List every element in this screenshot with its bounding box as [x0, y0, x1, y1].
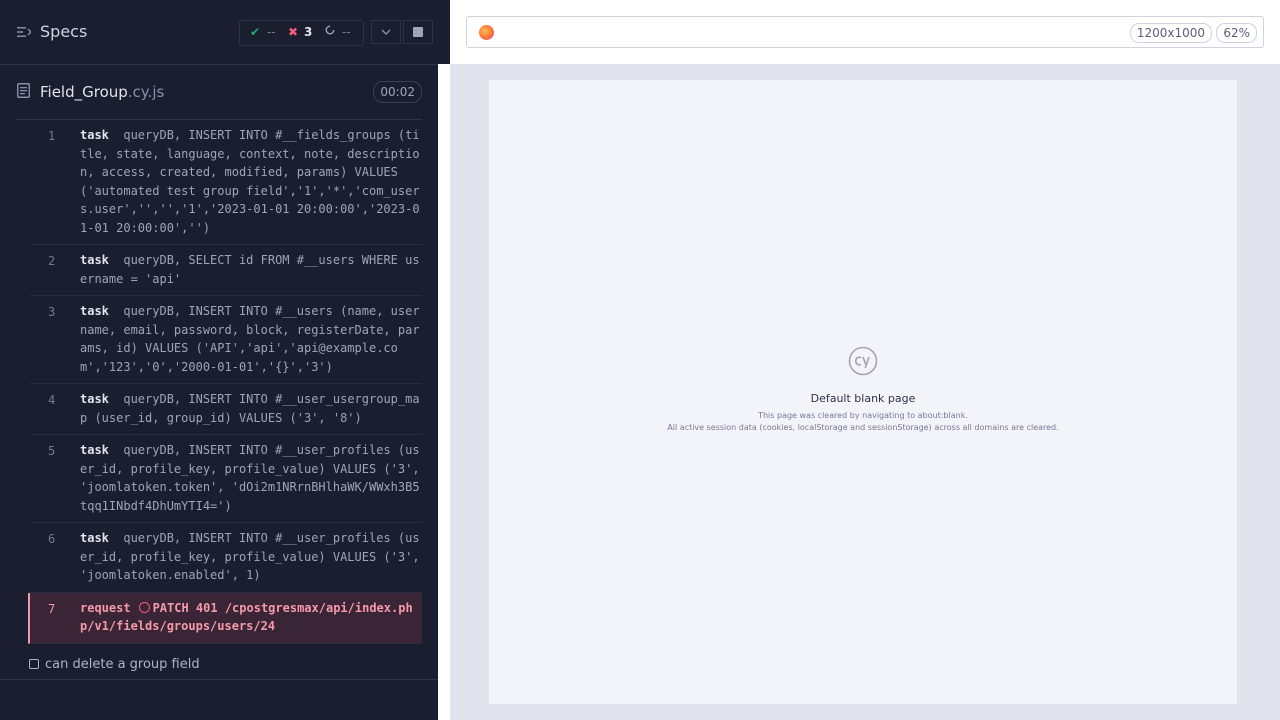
failed-request-icon [138, 601, 150, 613]
command-name: task [80, 443, 109, 457]
command-row[interactable]: 1 task queryDB, INSERT INTO #__fields_gr… [30, 120, 422, 245]
command-name: task [80, 304, 109, 318]
blank-page-line1: This page was cleared by navigating to a… [758, 411, 968, 420]
spec-filename[interactable]: Field_Group.cy.js [40, 83, 164, 101]
blank-page-line2: All active session data (cookies, localS… [667, 423, 1059, 432]
command-row[interactable]: 6 task queryDB, INSERT INTO #__user_prof… [30, 523, 422, 593]
panel-gutter[interactable] [438, 64, 450, 720]
command-message: queryDB, SELECT id FROM #__users WHERE u… [80, 253, 420, 286]
url-bar[interactable]: 1200x1000 62% [466, 16, 1264, 48]
command-row-failed[interactable]: 7 request PATCH 401 /cpostgresmax/api/ind… [28, 592, 422, 644]
command-row[interactable]: 5 task queryDB, INSERT INTO #__user_prof… [30, 435, 422, 523]
pending-icon [325, 24, 335, 38]
cypress-logo-icon [848, 346, 878, 376]
command-number: 6 [48, 532, 56, 546]
options-dropdown-button[interactable] [371, 20, 401, 44]
command-message: queryDB, INSERT INTO #__user_profiles (u… [80, 531, 427, 582]
command-number: 3 [48, 305, 56, 319]
zoom-level[interactable]: 62% [1216, 23, 1257, 43]
spec-duration: 00:02 [373, 81, 422, 103]
pending-count: -- [342, 25, 351, 39]
command-name: task [80, 128, 109, 142]
command-number: 2 [48, 254, 56, 268]
reporter-panel: Specs ✔ -- ✖ 3 -- Field_Group.cy.js 00:0… [0, 0, 438, 720]
command-row[interactable]: 3 task queryDB, INSERT INTO #__users (na… [30, 296, 422, 384]
command-message: queryDB, INSERT INTO #__user_usergroup_m… [80, 392, 420, 425]
command-message: queryDB, INSERT INTO #__user_profiles (u… [80, 443, 427, 513]
command-name: task [80, 392, 109, 406]
specs-list-icon[interactable] [17, 26, 31, 38]
viewport-size[interactable]: 1200x1000 [1129, 23, 1212, 43]
command-number: 4 [48, 393, 56, 407]
command-row[interactable]: 4 task queryDB, INSERT INTO #__user_user… [30, 384, 422, 435]
divider [0, 679, 438, 680]
chevron-down-icon [381, 29, 391, 35]
specs-title[interactable]: Specs [40, 22, 87, 41]
spec-extension: .cy.js [127, 83, 165, 101]
stop-icon [413, 27, 423, 37]
command-number: 5 [48, 444, 56, 458]
command-message: queryDB, INSERT INTO #__users (name, use… [80, 304, 420, 374]
passed-count: -- [267, 25, 276, 39]
command-name: task [80, 253, 109, 267]
blank-page-title: Default blank page [810, 392, 916, 405]
test-item[interactable]: can delete a group field [29, 657, 200, 672]
firefox-icon[interactable] [479, 25, 494, 40]
failed-count: 3 [304, 25, 313, 39]
command-name: task [80, 531, 109, 545]
command-row[interactable]: 2 task queryDB, SELECT id FROM #__users … [30, 245, 422, 296]
command-number: 7 [48, 601, 56, 616]
failed-icon: ✖ [288, 25, 299, 39]
test-status-icon [29, 659, 39, 669]
command-log: 1 task queryDB, INSERT INTO #__fields_gr… [28, 120, 422, 644]
document-icon [17, 83, 30, 98]
blank-page-content: Default blank page This page was cleared… [489, 346, 1237, 432]
spec-basename: Field_Group [40, 83, 128, 101]
test-title: can delete a group field [45, 657, 200, 672]
passed-icon: ✔ [250, 25, 261, 39]
app-under-test-frame[interactable]: Default blank page This page was cleared… [489, 80, 1237, 704]
spec-file-header: Field_Group.cy.js 00:02 [0, 64, 438, 120]
command-number: 1 [48, 129, 56, 143]
stop-button[interactable] [403, 20, 433, 44]
app-preview: 1200x1000 62% Default blank page This pa… [450, 0, 1280, 720]
command-message: queryDB, INSERT INTO #__fields_groups (t… [80, 128, 420, 235]
test-stats: ✔ -- ✖ 3 -- [239, 20, 364, 46]
reporter-header: Specs ✔ -- ✖ 3 -- [0, 0, 438, 65]
command-name: request [80, 600, 131, 615]
preview-toolbar: 1200x1000 62% [450, 0, 1280, 64]
